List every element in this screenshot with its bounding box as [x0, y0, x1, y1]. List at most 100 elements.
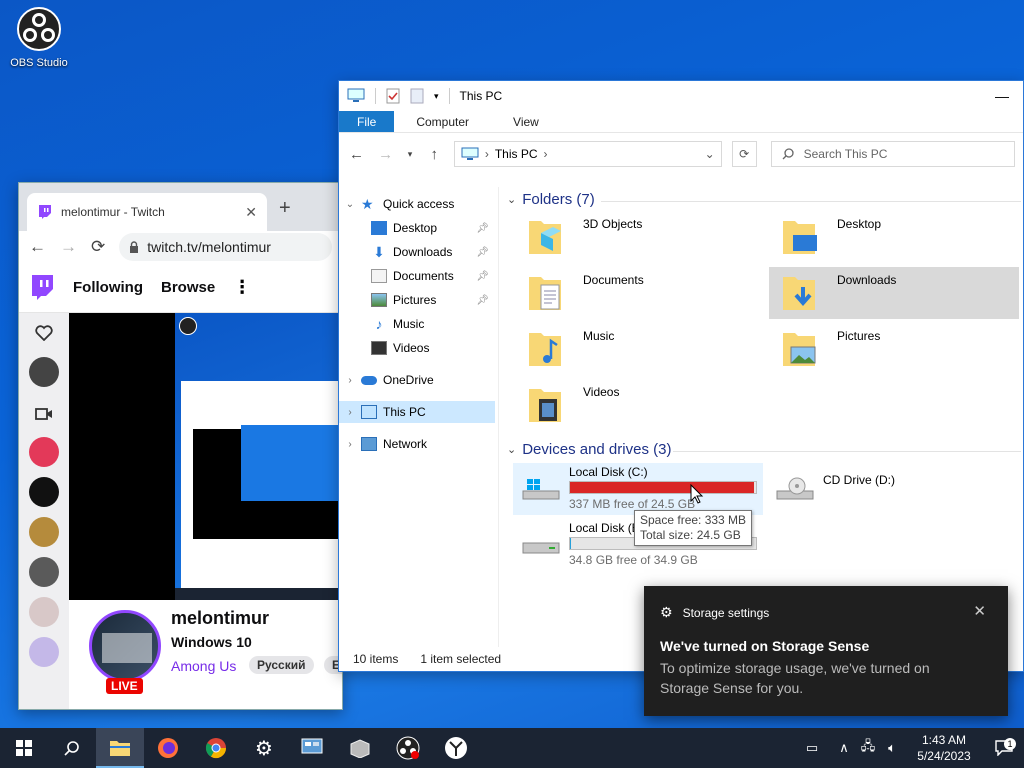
- cloud-icon: [361, 375, 377, 385]
- up-icon[interactable]: ↑: [425, 146, 444, 163]
- new-folder-icon[interactable]: [410, 88, 424, 104]
- close-tab-icon[interactable]: ✕: [245, 204, 257, 221]
- tag-russian[interactable]: Русский: [249, 656, 314, 674]
- nav-this-pc[interactable]: › This PC: [339, 401, 495, 423]
- file-explorer-window: ▾ This PC — File Computer View ← → ▾ ↑ ›…: [338, 80, 1024, 672]
- taskbar-clock-app[interactable]: [432, 728, 480, 768]
- file-explorer-icon: [110, 741, 130, 756]
- gear-icon: ⚙: [660, 604, 673, 620]
- clock-time: 1:43 AM: [921, 733, 967, 747]
- properties-icon[interactable]: [386, 88, 400, 104]
- chevron-up-icon[interactable]: ∧: [832, 740, 856, 756]
- followed-channel-avatar[interactable]: [29, 437, 59, 467]
- start-button[interactable]: [0, 728, 48, 768]
- browser-tab[interactable]: melontimur - Twitch ✕: [27, 193, 267, 231]
- computer-icon: [361, 405, 377, 419]
- selection-count: 1 item selected: [420, 652, 502, 666]
- followed-channel-avatar[interactable]: [29, 517, 59, 547]
- quick-access-toolbar-dropdown-icon[interactable]: ▾: [434, 91, 439, 102]
- followed-channel-avatar[interactable]: [29, 637, 59, 667]
- taskbar-obs-studio[interactable]: [384, 728, 432, 768]
- chevron-down-icon[interactable]: ⌄: [705, 147, 715, 161]
- ribbon-tab-view[interactable]: View: [491, 111, 561, 132]
- address-bar[interactable]: › This PC › ⌄: [453, 141, 722, 167]
- search-button[interactable]: [48, 728, 96, 768]
- followed-channel-avatar[interactable]: [29, 357, 59, 387]
- folder-music[interactable]: Music: [515, 323, 765, 375]
- channel-avatar[interactable]: [89, 610, 161, 682]
- nav-network[interactable]: › Network: [339, 433, 495, 455]
- followed-channel-avatar[interactable]: [29, 557, 59, 587]
- followed-channel-avatar[interactable]: [29, 597, 59, 627]
- back-icon[interactable]: ←: [29, 237, 46, 257]
- minimize-icon[interactable]: —: [995, 88, 1015, 104]
- nav-pictures[interactable]: Pictures 📌︎: [339, 289, 495, 311]
- folder-3d-objects[interactable]: 3D Objects: [515, 211, 765, 263]
- taskbar-chrome[interactable]: [192, 728, 240, 768]
- video-player[interactable]: [69, 313, 342, 600]
- folder-desktop[interactable]: Desktop: [769, 211, 1019, 263]
- folders-group-header[interactable]: ⌄ Folders (7): [507, 191, 595, 208]
- heart-icon[interactable]: [35, 325, 53, 341]
- nav-music[interactable]: ♪ Music: [339, 313, 495, 335]
- nav-quick-access[interactable]: ⌄ ★ Quick access: [339, 193, 495, 215]
- taskbar-firefox[interactable]: [144, 728, 192, 768]
- obs-studio-desktop-icon[interactable]: OBS Studio: [6, 6, 72, 69]
- back-icon[interactable]: ←: [347, 146, 366, 163]
- action-center-button[interactable]: 1: [984, 738, 1024, 756]
- network-icon[interactable]: 🖧︎: [856, 737, 880, 759]
- nav-following[interactable]: Following: [73, 279, 143, 296]
- breadcrumb-separator-icon[interactable]: ›: [544, 147, 548, 161]
- nav-onedrive[interactable]: › OneDrive: [339, 369, 495, 391]
- explorer-nav-row: ← → ▾ ↑ › This PC › ⌄ ⟳ Search This PC: [339, 133, 1023, 175]
- taskbar-settings[interactable]: ⚙: [240, 728, 288, 768]
- nav-desktop[interactable]: Desktop 📌︎: [339, 217, 495, 239]
- breadcrumb-separator-icon[interactable]: ›: [485, 147, 489, 161]
- folder-downloads[interactable]: Downloads: [769, 267, 1019, 319]
- devices-group-header[interactable]: ⌄ Devices and drives (3): [507, 441, 671, 458]
- drive-local-disk-c[interactable]: Local Disk (C:) 337 MB free of 24.5 GB: [513, 463, 763, 515]
- nav-browse[interactable]: Browse: [161, 279, 215, 296]
- new-tab-icon[interactable]: +: [279, 197, 291, 220]
- refresh-icon[interactable]: ⟳: [731, 141, 757, 167]
- search-placeholder: Search This PC: [803, 147, 888, 161]
- nav-videos[interactable]: Videos: [339, 337, 495, 359]
- forward-icon[interactable]: →: [376, 146, 395, 163]
- folder-videos[interactable]: Videos: [515, 379, 765, 431]
- nav-documents[interactable]: Documents 📌︎: [339, 265, 495, 287]
- browser-window: melontimur - Twitch ✕ + ← → ⟳ twitch.tv/…: [18, 182, 343, 710]
- channel-name[interactable]: melontimur: [171, 608, 269, 629]
- reload-icon[interactable]: ⟳: [91, 237, 105, 257]
- forward-icon[interactable]: →: [60, 237, 77, 257]
- folder-pictures[interactable]: Pictures: [769, 323, 1019, 375]
- navigation-pane: ⌄ ★ Quick access Desktop 📌︎ ⬇ Downloads …: [339, 187, 499, 647]
- tab-strip: melontimur - Twitch ✕ +: [19, 183, 342, 231]
- search-input[interactable]: Search This PC: [770, 141, 1016, 167]
- url-input[interactable]: twitch.tv/melontimur: [119, 233, 332, 261]
- breadcrumb[interactable]: This PC: [495, 147, 538, 161]
- address-bar: ← → ⟳ twitch.tv/melontimur: [19, 231, 342, 263]
- ribbon-tab-file[interactable]: File: [339, 111, 395, 132]
- keyboard-icon[interactable]: ▭: [792, 740, 832, 756]
- taskbar-file-explorer[interactable]: [96, 728, 144, 768]
- close-icon[interactable]: ✕: [973, 602, 986, 620]
- nav-downloads[interactable]: ⬇ Downloads 📌︎: [339, 241, 495, 263]
- storage-sense-notification[interactable]: ⚙ Storage settings ✕ We've turned on Sto…: [644, 586, 1008, 716]
- taskbar-app[interactable]: [336, 728, 384, 768]
- obs-studio-label: OBS Studio: [10, 57, 68, 69]
- followed-channel-avatar[interactable]: [29, 477, 59, 507]
- stream-title: Windows 10: [171, 634, 252, 650]
- more-options-icon[interactable]: ⋮: [233, 277, 251, 298]
- ribbon-tab-computer[interactable]: Computer: [394, 111, 491, 132]
- pin-icon: 📌︎: [476, 270, 489, 282]
- twitch-logo-icon[interactable]: [29, 274, 55, 302]
- stream-category[interactable]: Among Us: [171, 658, 236, 674]
- drive-cd-d[interactable]: CD Drive (D:): [767, 463, 1017, 515]
- volume-muted-icon[interactable]: 🔈︎: [880, 740, 904, 756]
- video-camera-icon[interactable]: [35, 407, 53, 421]
- recent-locations-icon[interactable]: ▾: [405, 149, 415, 160]
- computer-icon: [461, 147, 479, 160]
- taskbar-control-panel[interactable]: [288, 728, 336, 768]
- folder-documents[interactable]: Documents: [515, 267, 765, 319]
- clock[interactable]: 1:43 AM 5/24/2023: [904, 732, 984, 764]
